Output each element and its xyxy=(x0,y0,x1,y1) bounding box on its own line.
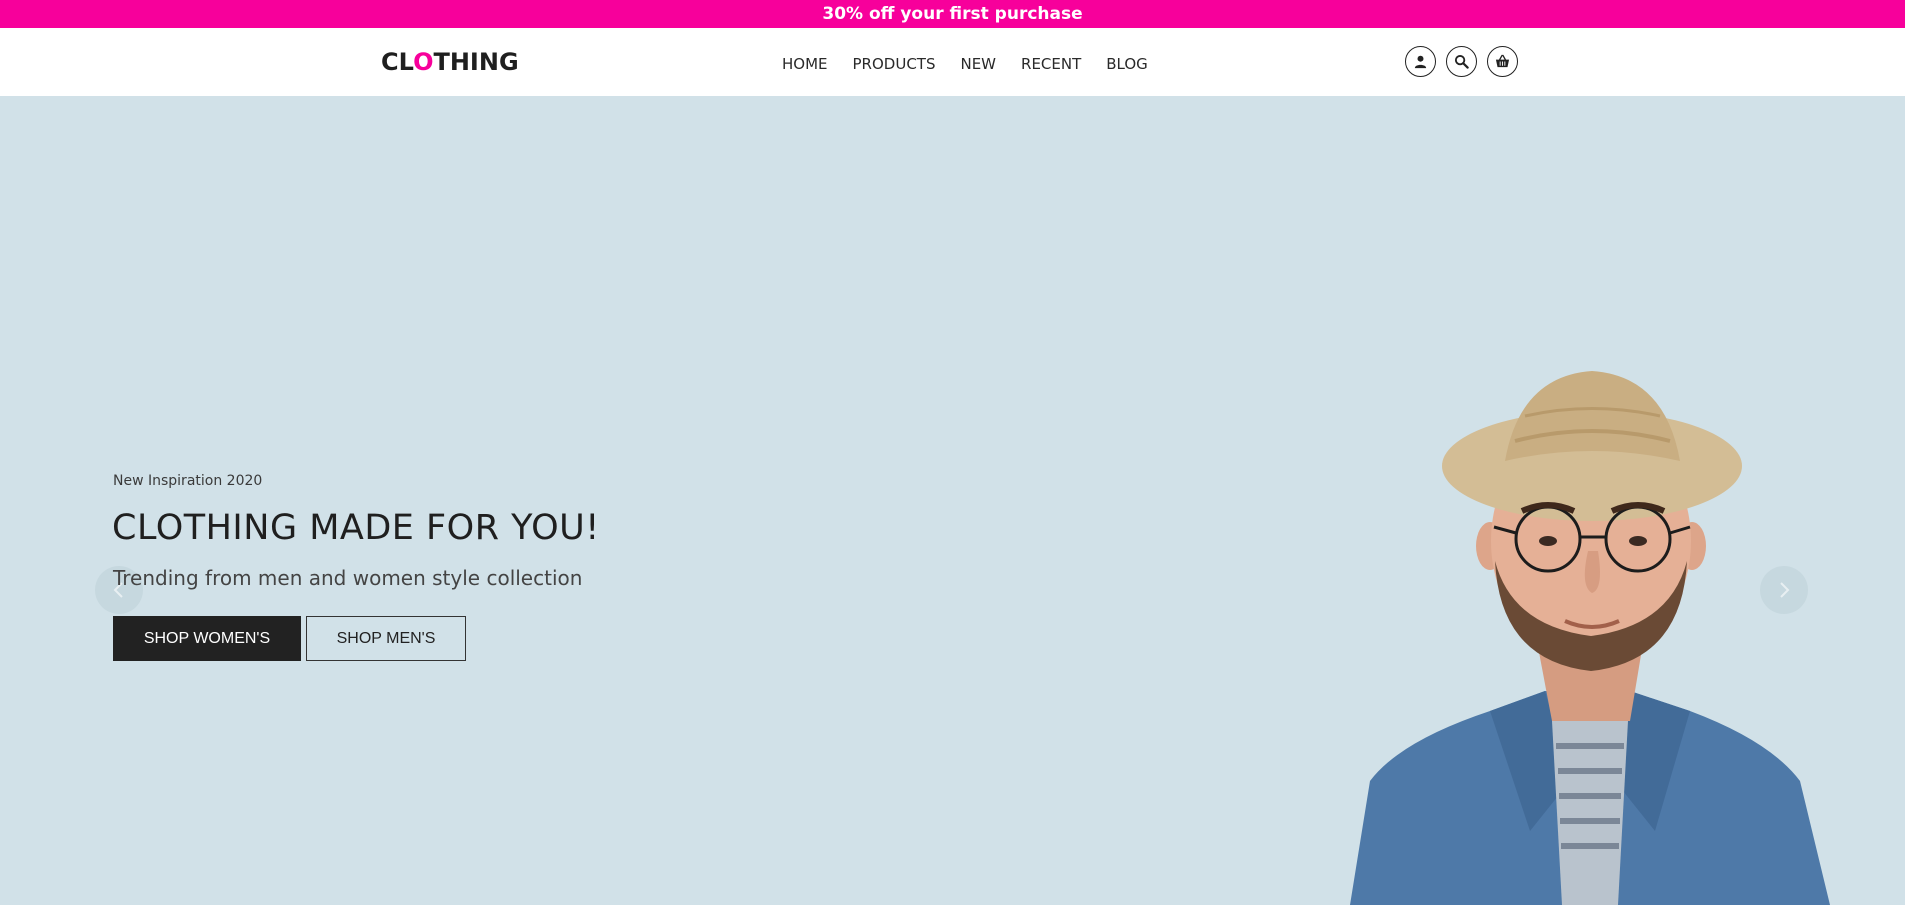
site-logo[interactable]: CLOTHING xyxy=(381,48,519,76)
nav-blog[interactable]: BLOG xyxy=(1106,54,1148,74)
logo-text-accent: O xyxy=(413,48,434,76)
logo-text-start: CL xyxy=(381,48,414,76)
account-button[interactable] xyxy=(1405,46,1436,77)
search-icon xyxy=(1454,54,1469,69)
promo-banner: 30% off your first purchase xyxy=(0,0,1905,28)
nav-home[interactable]: HOME xyxy=(782,54,828,74)
hero-slider: New Inspiration 2020 CLOTHING MADE FOR Y… xyxy=(0,96,1905,905)
main-nav: HOME PRODUCTS NEW RECENT BLOG xyxy=(782,54,1148,74)
nav-products[interactable]: PRODUCTS xyxy=(853,54,936,74)
basket-icon xyxy=(1495,54,1510,68)
hero-subline: Trending from men and women style collec… xyxy=(113,566,583,590)
cart-button[interactable] xyxy=(1487,46,1518,77)
shop-mens-button[interactable]: SHOP MEN'S xyxy=(306,616,466,661)
nav-recent[interactable]: RECENT xyxy=(1021,54,1081,74)
hero-headline: CLOTHING MADE FOR YOU! xyxy=(112,508,600,548)
hero-eyebrow: New Inspiration 2020 xyxy=(113,473,263,489)
search-button[interactable] xyxy=(1446,46,1477,77)
shop-womens-button[interactable]: SHOP WOMEN'S xyxy=(113,616,301,661)
logo-text-end: THING xyxy=(433,48,519,76)
site-header: CLOTHING HOME PRODUCTS NEW RECENT BLOG xyxy=(0,28,1905,96)
header-actions xyxy=(1405,46,1518,77)
user-icon xyxy=(1414,55,1427,69)
promo-text: 30% off your first purchase xyxy=(822,4,1083,24)
nav-new[interactable]: NEW xyxy=(960,54,996,74)
hero-model-image xyxy=(1350,371,1830,905)
